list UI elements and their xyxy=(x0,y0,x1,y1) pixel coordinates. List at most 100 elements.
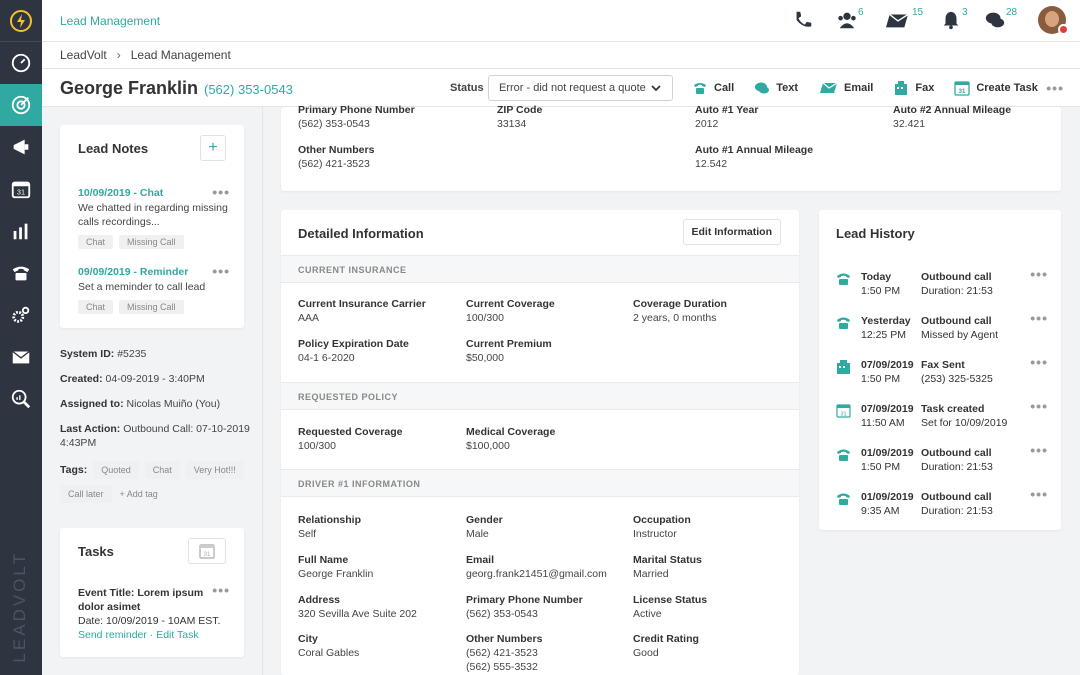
breadcrumb-current: Lead Management xyxy=(130,48,231,62)
other-phone-link[interactable]: (562) 421-3523 xyxy=(298,158,374,170)
last-action-label: Last Action: xyxy=(60,423,121,435)
note-tag: Missing Call xyxy=(119,300,184,314)
detailed-info-title: Detailed Information xyxy=(298,226,424,241)
create-task-button[interactable]: 31 Create Task xyxy=(954,80,1038,96)
link-separator: · xyxy=(149,629,154,641)
add-note-button[interactable]: + xyxy=(200,135,226,161)
field-label: Relationship xyxy=(298,514,362,526)
calendar-icon: 31 xyxy=(836,404,851,418)
field-label: Full Name xyxy=(298,554,349,566)
calendar-button[interactable]: 31 xyxy=(188,538,226,564)
phone-system-icon[interactable] xyxy=(0,252,42,294)
more-options-icon[interactable]: ••• xyxy=(1030,399,1048,413)
section-header: CURRENT INSURANCE xyxy=(281,255,799,283)
field-value: $50,000 xyxy=(466,352,504,364)
created-value: 04-09-2019 - 3:40PM xyxy=(105,373,205,385)
more-options-icon[interactable]: ••• xyxy=(212,184,230,200)
add-tag-button[interactable]: + Add tag xyxy=(118,485,160,503)
edit-information-button[interactable]: Edit Information xyxy=(682,219,781,245)
campaign-megaphone-icon[interactable] xyxy=(0,126,42,168)
field-value: georg.frank21451@gmail.com xyxy=(466,568,607,580)
history-action: Fax Sent xyxy=(921,359,965,371)
settings-gears-icon[interactable] xyxy=(0,294,42,336)
phone-link[interactable]: (562) 353-0543 xyxy=(466,608,583,620)
chat-bubbles-icon[interactable]: 28 xyxy=(984,7,1017,31)
field-label: Current Coverage xyxy=(466,298,555,310)
svg-text:31: 31 xyxy=(840,412,846,418)
call-button[interactable]: Call xyxy=(692,80,734,96)
status-label: Status xyxy=(450,82,484,94)
history-item[interactable]: 01/09/2019 9:35 AM Outbound call Duration: … xyxy=(836,487,1048,530)
logo-bolt-icon[interactable] xyxy=(0,0,42,42)
app-title: Lead Management xyxy=(60,14,161,28)
status-select[interactable]: Error - did not request a quote xyxy=(488,75,673,101)
lead-history-card: Lead History Today 1:50 PM Outbound call Du… xyxy=(819,210,1061,530)
field-value: 32.421 xyxy=(893,118,926,130)
field-label: City xyxy=(298,633,318,645)
text-button[interactable]: Text xyxy=(754,80,798,96)
field-label: Coverage Duration xyxy=(633,298,727,310)
more-options-icon[interactable]: ••• xyxy=(1030,311,1048,325)
phone-link[interactable]: (562) 555-3532 xyxy=(466,661,542,673)
more-options-icon[interactable]: ••• xyxy=(1030,443,1048,457)
lead-tag[interactable]: Very Hot!!! xyxy=(185,461,244,479)
more-options-icon[interactable]: ••• xyxy=(1030,267,1048,281)
tasks-card: Tasks 31 Event Title: Lorem ipsum dolor … xyxy=(60,528,244,657)
note-body: We chatted in regarding missing calls re… xyxy=(78,202,228,228)
history-item[interactable]: Today 1:50 PM Outbound call Duration: 21:53… xyxy=(836,267,1048,310)
mail-fast-icon[interactable]: 15 xyxy=(884,7,923,31)
user-avatar[interactable] xyxy=(1038,6,1069,35)
primary-phone-link[interactable]: (562) 353-0543 xyxy=(298,118,415,130)
history-date: Today xyxy=(861,271,892,283)
search-analytics-icon[interactable] xyxy=(0,378,42,420)
field-value: Male xyxy=(466,528,489,540)
phone-link[interactable]: (562) 421-3523 xyxy=(466,647,542,659)
bell-icon[interactable]: 3 xyxy=(940,7,968,31)
mail-icon[interactable] xyxy=(0,336,42,378)
more-options-icon[interactable]: ••• xyxy=(1046,80,1064,96)
field-label: Current Premium xyxy=(466,338,552,350)
lead-tag[interactable]: Chat xyxy=(144,461,180,479)
more-options-icon[interactable]: ••• xyxy=(212,583,230,597)
history-item[interactable]: 07/09/2019 1:50 PM Fax Sent (253) 325-5325 •… xyxy=(836,355,1048,398)
reports-chart-icon[interactable] xyxy=(0,210,42,252)
history-time: 1:50 PM xyxy=(861,285,901,297)
field-value: George Franklin xyxy=(298,568,374,580)
note-item[interactable]: 09/09/2019 - Reminder Set a meminder to … xyxy=(78,263,230,314)
chat-icon xyxy=(755,82,770,94)
breadcrumb-home[interactable]: LeadVolt xyxy=(60,48,107,62)
lead-tag[interactable]: Quoted xyxy=(93,461,139,479)
email-button[interactable]: Email xyxy=(818,80,873,96)
team-icon[interactable]: 6 xyxy=(836,7,864,31)
leads-target-icon[interactable] xyxy=(0,84,42,126)
field-label: Auto #1 Annual Mileage xyxy=(695,144,814,156)
note-item[interactable]: 10/09/2019 - Chat We chatted in regardin… xyxy=(78,184,230,249)
lead-notes-card: Lead Notes + 10/09/2019 - Chat We chatte… xyxy=(60,125,244,328)
svg-text:31: 31 xyxy=(17,188,25,197)
lead-phone[interactable]: (562) 353-0543 xyxy=(204,82,293,97)
phone-icon[interactable] xyxy=(792,9,814,31)
mail-count: 15 xyxy=(912,7,924,18)
calendar-icon[interactable]: 31 xyxy=(0,168,42,210)
team-count: 6 xyxy=(858,7,864,18)
history-item[interactable]: Yesterday 12:25 PM Outbound call Missed by … xyxy=(836,311,1048,354)
field-value: 12.542 xyxy=(695,158,728,170)
dashboard-gauge-icon[interactable] xyxy=(0,42,42,84)
more-options-icon[interactable]: ••• xyxy=(1030,487,1048,501)
more-options-icon[interactable]: ••• xyxy=(1030,355,1048,369)
field-value: 33134 xyxy=(497,118,527,130)
field-value: Married xyxy=(633,568,669,580)
history-action: Outbound call xyxy=(921,315,992,327)
system-id-label: System ID: xyxy=(60,348,115,360)
send-reminder-link[interactable]: Send reminder xyxy=(78,629,147,641)
more-options-icon[interactable]: ••• xyxy=(212,263,230,279)
fax-button[interactable]: Fax xyxy=(893,80,934,96)
field-label: Marital Status xyxy=(633,554,702,566)
task-item[interactable]: Event Title: Lorem ipsum dolor asimet Da… xyxy=(78,583,230,642)
field-label: License Status xyxy=(633,594,708,606)
history-item[interactable]: 31 07/09/2019 11:50 AM Task created Set for … xyxy=(836,399,1048,442)
field-value: 320 Sevilla Ave Suite 202 xyxy=(298,608,417,620)
edit-task-link[interactable]: Edit Task xyxy=(156,629,198,641)
lead-tag[interactable]: Call later xyxy=(60,485,112,503)
history-item[interactable]: 01/09/2019 1:50 PM Outbound call Duration: … xyxy=(836,443,1048,486)
